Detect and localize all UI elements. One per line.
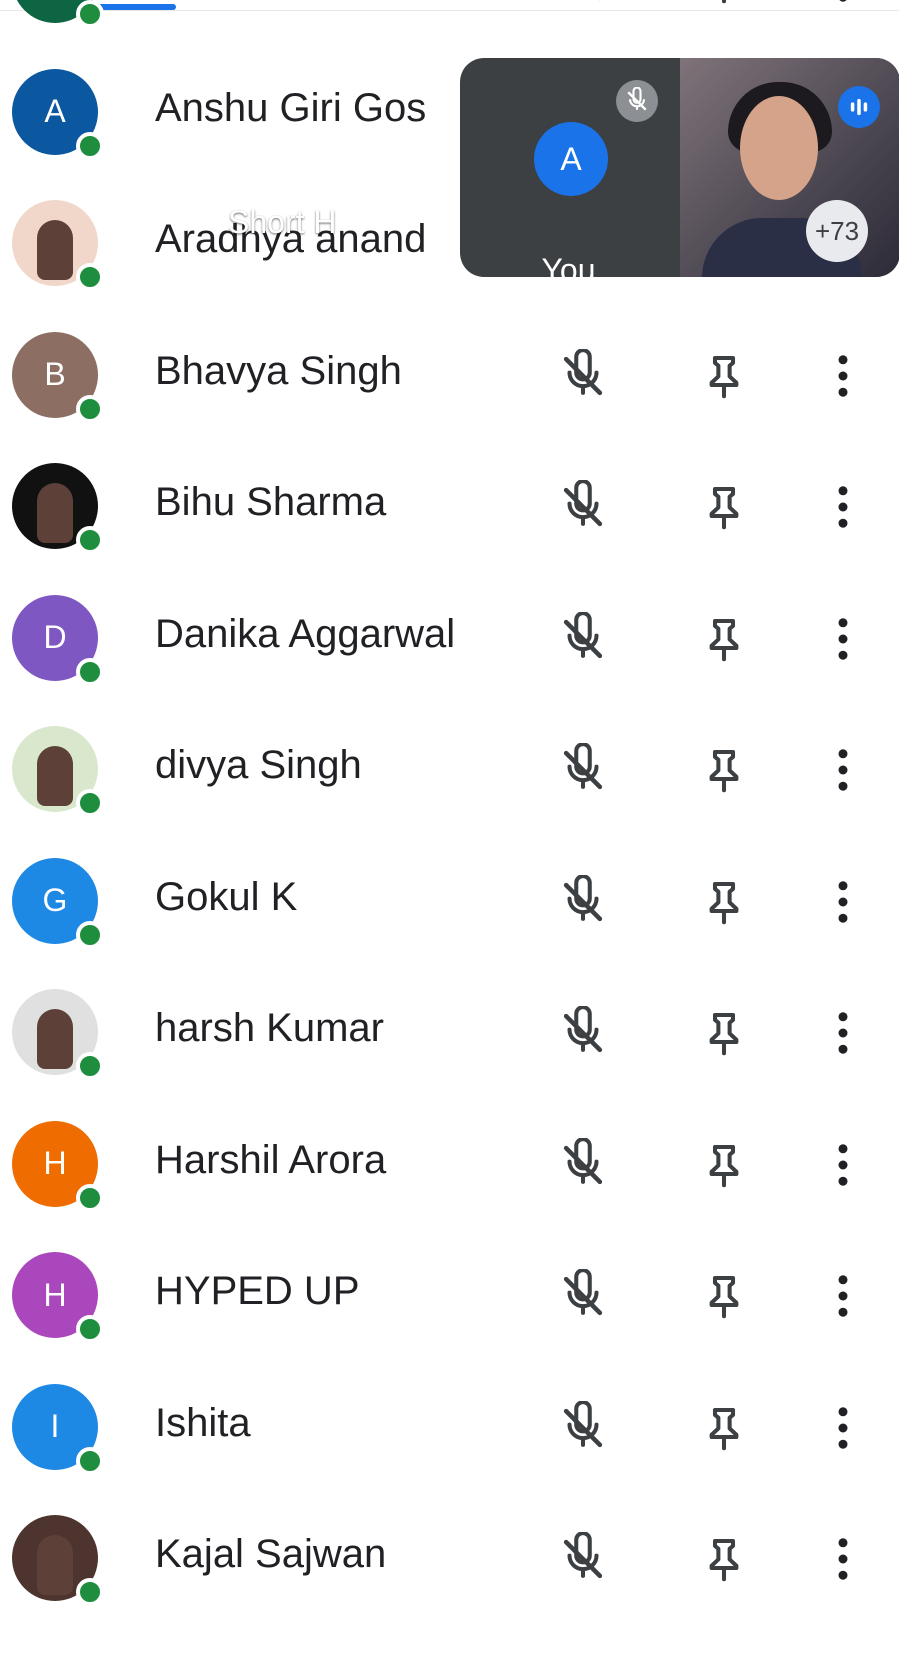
avatar-photo: [37, 220, 73, 280]
participant-name: Harshil Arora: [155, 1137, 387, 1182]
more-vert-icon[interactable]: [828, 480, 858, 534]
online-status-indicator: [76, 1578, 104, 1606]
online-status-indicator: [76, 789, 104, 817]
participant-row[interactable]: D Danika Aggarwal: [0, 572, 899, 704]
more-vert-icon[interactable]: [828, 1401, 858, 1455]
participant-name: Kajal Sajwan: [155, 1532, 387, 1576]
speaking-icon: [838, 86, 880, 128]
pin-icon[interactable]: [697, 0, 751, 8]
participant-row[interactable]: G Gokul K: [0, 835, 899, 967]
mic-off-icon[interactable]: [556, 874, 610, 929]
participant-name: harsh Kumar: [155, 1006, 384, 1050]
avatar-photo: [37, 1535, 73, 1595]
participant-row[interactable]: H HYPED UP: [0, 1229, 899, 1361]
pin-icon[interactable]: [697, 743, 751, 797]
online-status-indicator: [76, 0, 104, 28]
remote-participant-label: Short H: [228, 204, 337, 240]
self-avatar: A: [534, 122, 608, 196]
self-label: You: [541, 252, 596, 277]
more-vert-icon[interactable]: [828, 349, 858, 403]
more-vert-icon[interactable]: [828, 1269, 858, 1323]
mic-off-icon[interactable]: [556, 1137, 610, 1192]
more-vert-icon[interactable]: [828, 743, 858, 797]
more-vert-icon[interactable]: [828, 1138, 858, 1192]
mic-off-icon[interactable]: [556, 1269, 610, 1323]
participant-row[interactable]: I Ishita: [0, 1361, 899, 1493]
pin-icon[interactable]: [697, 349, 751, 403]
online-status-indicator: [76, 131, 104, 160]
online-status-indicator: [76, 263, 104, 291]
pin-icon[interactable]: [697, 612, 751, 666]
mic-off-icon: [616, 80, 658, 122]
more-vert-icon[interactable]: [828, 612, 858, 666]
participant-name: Gokul K: [155, 874, 298, 919]
pin-icon[interactable]: [697, 1269, 751, 1323]
participant-row[interactable]: B Bhavya Singh: [0, 309, 899, 441]
online-status-indicator: [76, 1052, 104, 1080]
mic-off-icon[interactable]: [556, 1006, 610, 1060]
mic-off-icon[interactable]: [556, 743, 610, 797]
participant-name: Ishita: [155, 1400, 251, 1445]
avatar-photo: [37, 746, 73, 806]
participant-row[interactable]: H Harshil Arora: [0, 1098, 899, 1230]
online-status-indicator: [76, 1183, 104, 1212]
mic-off-icon[interactable]: [556, 611, 610, 666]
pin-icon[interactable]: [697, 1138, 751, 1192]
online-status-indicator: [76, 657, 104, 686]
participant-name: HYPED UP: [155, 1269, 360, 1313]
participant-row[interactable]: A Ankit Anand: [0, 0, 899, 46]
self-tile[interactable]: A You: [460, 58, 677, 277]
online-status-indicator: [76, 1315, 104, 1343]
pin-icon[interactable]: [697, 1401, 751, 1455]
pin-icon[interactable]: [697, 1532, 751, 1586]
more-vert-icon[interactable]: [828, 1006, 858, 1060]
pin-icon[interactable]: [697, 480, 751, 534]
mic-off-icon[interactable]: [556, 1532, 610, 1586]
online-status-indicator: [76, 526, 104, 554]
participant-name: Bihu Sharma: [155, 480, 387, 524]
participant-name: Anshu Giri Gos: [155, 85, 427, 130]
participant-row[interactable]: Bihu Sharma: [0, 440, 899, 572]
mic-off-icon[interactable]: [556, 480, 610, 534]
online-status-indicator: [76, 394, 104, 423]
more-vert-icon[interactable]: [828, 1532, 858, 1586]
more-vert-icon[interactable]: [828, 875, 858, 929]
participant-row[interactable]: harsh Kumar: [0, 966, 899, 1098]
participant-name: divya Singh: [155, 743, 362, 787]
video-person-face: [740, 96, 818, 200]
avatar-photo: [37, 1009, 73, 1069]
mic-off-icon[interactable]: [556, 348, 610, 403]
online-status-indicator: [76, 1446, 104, 1475]
pin-icon[interactable]: [697, 1006, 751, 1060]
more-vert-icon[interactable]: [828, 0, 858, 8]
mic-off-icon[interactable]: [556, 1400, 610, 1455]
more-participants-badge[interactable]: +73: [806, 200, 868, 262]
pin-icon[interactable]: [697, 875, 751, 929]
avatar-photo: [37, 483, 73, 543]
participant-name: Danika Aggarwal: [155, 611, 456, 656]
online-status-indicator: [76, 920, 104, 949]
participant-name: Bhavya Singh: [155, 348, 402, 393]
participant-row[interactable]: Kajal Sajwan: [0, 1492, 899, 1624]
mic-off-icon[interactable]: [556, 0, 610, 8]
participant-row[interactable]: divya Singh: [0, 703, 899, 835]
